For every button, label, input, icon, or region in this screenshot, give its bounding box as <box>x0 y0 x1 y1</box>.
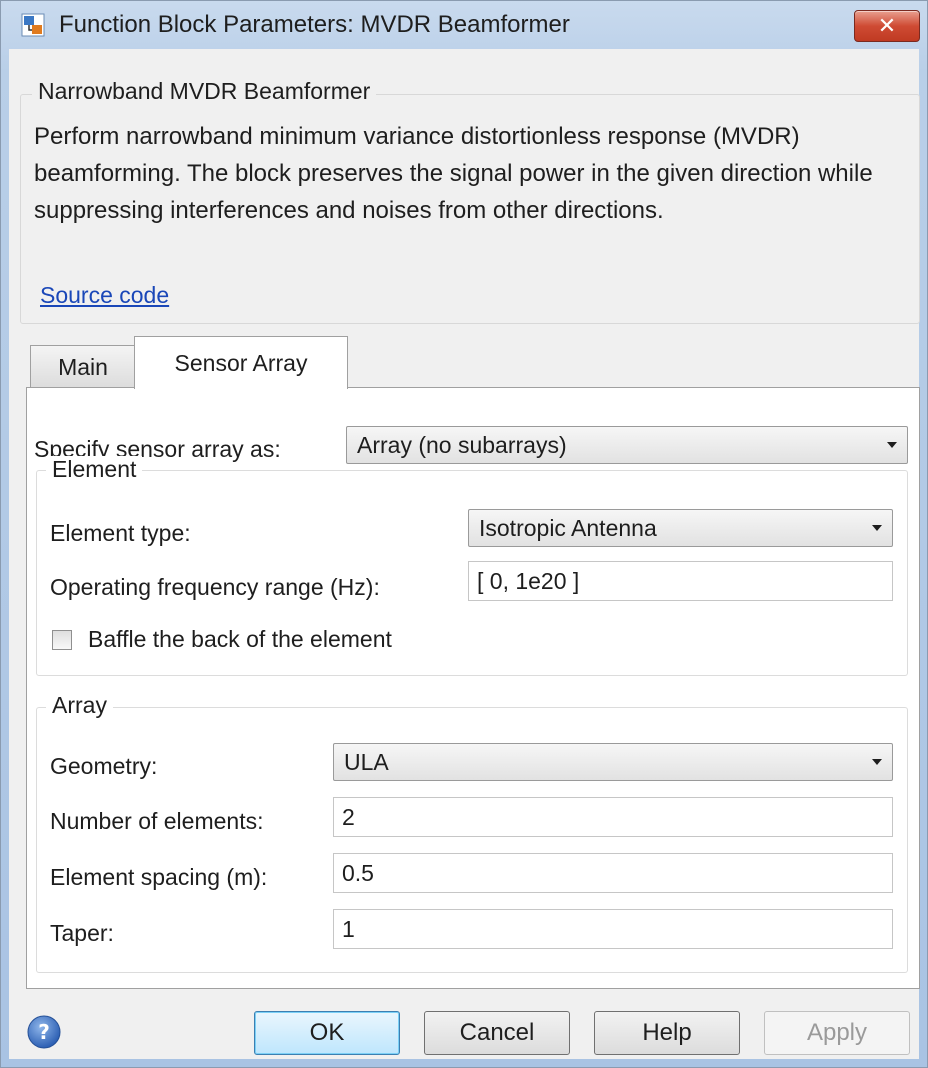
specify-array-dropdown[interactable]: Array (no subarrays) <box>346 426 908 464</box>
geometry-value: ULA <box>344 748 389 775</box>
ok-button-label: OK <box>309 1019 345 1046</box>
frequency-range-label: Operating frequency range (Hz): <box>50 574 380 600</box>
geometry-dropdown[interactable]: ULA <box>333 743 893 781</box>
frequency-range-field[interactable]: [ 0, 1e20 ] <box>468 561 893 601</box>
cancel-button-label: Cancel <box>459 1019 535 1046</box>
taper-value: 1 <box>342 915 355 942</box>
array-group-title: Array <box>46 692 113 719</box>
element-spacing-value: 0.5 <box>342 859 374 886</box>
baffle-checkbox[interactable] <box>52 630 72 650</box>
baffle-label: Baffle the back of the element <box>88 626 392 652</box>
source-code-link[interactable]: Source code <box>40 282 169 309</box>
description-group-title: Narrowband MVDR Beamformer <box>32 78 377 105</box>
title-bar[interactable]: Function Block Parameters: MVDR Beamform… <box>1 1 927 49</box>
geometry-label: Geometry: <box>50 753 158 779</box>
tab-sensor-array-label: Sensor Array <box>174 349 308 376</box>
chevron-down-icon <box>872 759 882 765</box>
element-spacing-field[interactable]: 0.5 <box>333 853 893 893</box>
chevron-down-icon <box>872 525 882 531</box>
ok-button[interactable]: OK <box>254 1011 400 1055</box>
window-title: Function Block Parameters: MVDR Beamform… <box>59 11 570 38</box>
tab-main[interactable]: Main <box>30 345 136 388</box>
simulink-block-icon <box>21 13 45 37</box>
element-type-value: Isotropic Antenna <box>479 514 657 541</box>
num-elements-field[interactable]: 2 <box>333 797 893 837</box>
chevron-down-icon <box>887 442 897 448</box>
close-icon: ✕ <box>877 13 897 38</box>
svg-text:?: ? <box>38 1020 50 1044</box>
frequency-range-value: [ 0, 1e20 ] <box>477 567 580 594</box>
help-button-label: Help <box>642 1019 692 1046</box>
element-type-label: Element type: <box>50 520 191 546</box>
help-button[interactable]: Help <box>594 1011 740 1055</box>
specify-array-value: Array (no subarrays) <box>357 431 567 458</box>
num-elements-value: 2 <box>342 803 355 830</box>
tab-sensor-array[interactable]: Sensor Array <box>134 336 348 389</box>
element-type-dropdown[interactable]: Isotropic Antenna <box>468 509 893 547</box>
taper-label: Taper: <box>50 920 114 946</box>
element-spacing-label: Element spacing (m): <box>50 864 268 890</box>
apply-button-label: Apply <box>806 1019 868 1046</box>
block-description: Perform narrowband minimum variance dist… <box>34 123 873 224</box>
tab-main-label: Main <box>58 353 108 380</box>
element-group-title: Element <box>46 456 143 483</box>
cancel-button[interactable]: Cancel <box>424 1011 570 1055</box>
num-elements-label: Number of elements: <box>50 808 264 834</box>
close-button[interactable]: ✕ <box>854 10 920 42</box>
apply-button[interactable]: Apply <box>764 1011 910 1055</box>
taper-field[interactable]: 1 <box>333 909 893 949</box>
help-question-icon[interactable]: ? <box>26 1014 62 1050</box>
